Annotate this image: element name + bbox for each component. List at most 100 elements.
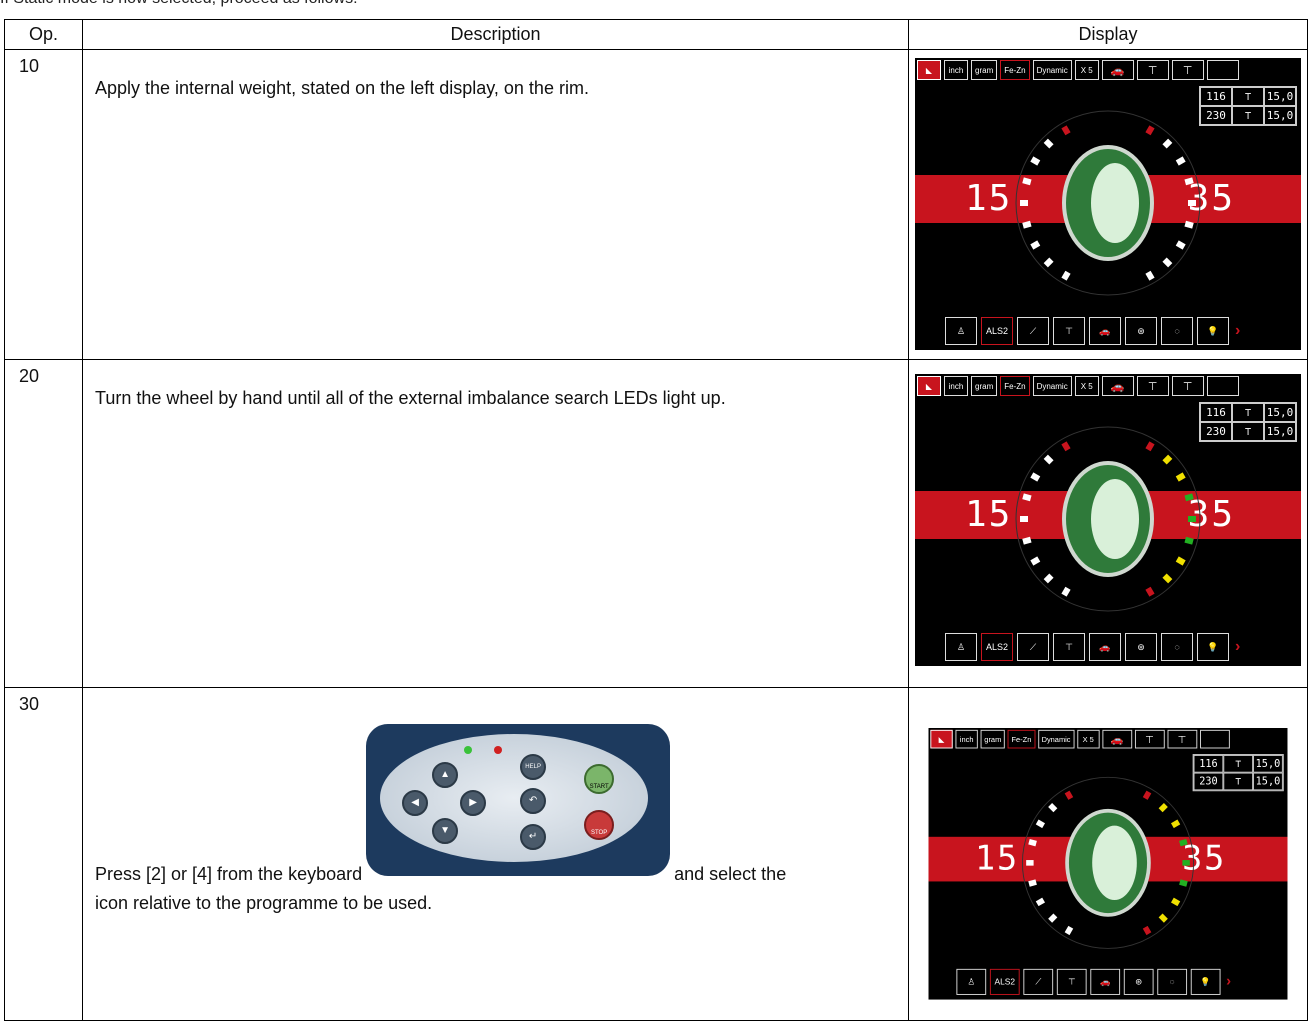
op-description: Press [2] or [4] from the keyboard ▲ ◀ ▶… xyxy=(82,687,909,1021)
car-icon: 🚗 xyxy=(1102,729,1132,749)
als-button[interactable]: ALS2 xyxy=(981,317,1013,345)
desc-text-after: and select the xyxy=(674,864,787,884)
blank-icon xyxy=(1199,729,1230,749)
light-icon[interactable]: 💡 xyxy=(1190,968,1221,995)
search-led xyxy=(1043,454,1054,465)
auto-icon[interactable]: ◌ xyxy=(1161,317,1193,345)
display-cell: ◣ inch gram Fe-Zn Dynamic X 5 🚗 ⊤ ⊤ 116 ⊤ 15,0 230 ⊤ 1… xyxy=(908,359,1308,688)
operator-icon[interactable]: ♙ xyxy=(945,317,977,345)
search-led xyxy=(1182,860,1190,866)
auto-icon[interactable]: ◌ xyxy=(1161,633,1193,661)
search-led xyxy=(1030,240,1041,250)
blank-icon xyxy=(1206,376,1239,396)
light-icon[interactable]: 💡 xyxy=(1197,317,1229,345)
search-led xyxy=(1175,156,1186,166)
toolbar-button[interactable]: Dynamic xyxy=(1032,60,1072,80)
toolbar-button[interactable]: inch xyxy=(944,376,968,396)
search-led xyxy=(1022,220,1032,229)
search-led xyxy=(1064,790,1074,800)
weight-adhesive-icon: ⊤ xyxy=(1167,729,1198,749)
next-page-icon[interactable]: › xyxy=(1226,974,1231,991)
op-description: Apply the internal weight, stated on the… xyxy=(82,49,909,360)
search-led xyxy=(1162,138,1173,149)
display-cell: ◣ inch gram Fe-Zn Dynamic X 5 🚗 ⊤ ⊤ 116 ⊤ 15,0 230 ⊤ 1… xyxy=(908,687,1308,1021)
light-icon[interactable]: 💡 xyxy=(1197,633,1229,661)
keyboard-image: ▲ ◀ ▶ ▼ HELP ↶ ↵ START STOP xyxy=(366,724,671,877)
search-led xyxy=(1175,240,1186,250)
car-icon[interactable]: 🚗 xyxy=(1089,317,1121,345)
toolbar-button[interactable]: X 5 xyxy=(1074,376,1099,396)
rim-icon xyxy=(1091,479,1139,559)
operations-table: Op. Description Display 10 Apply the int… xyxy=(4,19,1308,1021)
toolbar-button[interactable]: inch xyxy=(944,60,968,80)
rim-icon xyxy=(1091,163,1139,243)
toolbar-button[interactable]: Dynamic xyxy=(1032,376,1072,396)
op-description: Turn the wheel by hand until all of the … xyxy=(82,359,909,688)
weight-position-icon[interactable]: ⊤ xyxy=(1056,968,1087,995)
search-led xyxy=(1184,177,1194,186)
weight-position-icon: ⊤ xyxy=(1223,772,1254,791)
search-led xyxy=(1030,156,1041,166)
als-button[interactable]: ALS2 xyxy=(989,968,1020,995)
measure-value: 116 xyxy=(1200,403,1232,422)
wheel-icon[interactable]: ⊛ xyxy=(1123,968,1154,995)
search-led xyxy=(1022,177,1032,186)
weight-clip-icon: ⊤ xyxy=(1136,376,1169,396)
toolbar-button[interactable]: X 5 xyxy=(1077,729,1100,749)
distance-arm-icon[interactable]: ⟋ xyxy=(1017,633,1049,661)
search-led xyxy=(1188,516,1196,522)
search-led xyxy=(1043,573,1054,584)
search-led xyxy=(1061,441,1071,452)
weight-position-icon[interactable]: ⊤ xyxy=(1053,317,1085,345)
distance-arm-icon[interactable]: ⟋ xyxy=(1017,317,1049,345)
search-led xyxy=(1022,536,1032,545)
table-header-row: Op. Description Display xyxy=(4,19,1308,50)
car-icon[interactable]: 🚗 xyxy=(1090,968,1121,995)
search-led xyxy=(1158,913,1168,923)
operator-icon[interactable]: ♙ xyxy=(956,968,987,995)
toolbar-button[interactable]: Dynamic xyxy=(1037,729,1075,749)
desc-text-before: Press [2] or [4] from the keyboard xyxy=(95,864,363,884)
toolbar-button[interactable]: Fe-Zn xyxy=(1000,60,1030,80)
bottom-toolbar: ♙ ALS2 ⟋ ⊤ 🚗 ⊛ ◌ 💡 › xyxy=(945,632,1240,662)
machine-logo-icon: ◣ xyxy=(917,376,941,396)
toolbar-button[interactable]: gram xyxy=(971,376,998,396)
measure-value: 15,0 xyxy=(1264,422,1296,441)
car-icon[interactable]: 🚗 xyxy=(1089,633,1121,661)
search-led xyxy=(1022,493,1032,502)
als-button[interactable]: ALS2 xyxy=(981,633,1013,661)
distance-arm-icon[interactable]: ⟋ xyxy=(1023,968,1054,995)
top-toolbar: ◣ inch gram Fe-Zn Dynamic X 5 🚗 ⊤ ⊤ xyxy=(917,60,1239,84)
search-led xyxy=(1162,257,1173,268)
search-led xyxy=(1145,125,1155,136)
rim-icon xyxy=(1092,825,1137,901)
wheel-icon[interactable]: ⊛ xyxy=(1125,633,1157,661)
toolbar-button[interactable]: Fe-Zn xyxy=(1007,729,1036,749)
measure-value: 15,0 xyxy=(1264,87,1296,106)
search-led xyxy=(1170,819,1181,829)
search-led xyxy=(1179,839,1188,847)
weight-position-icon[interactable]: ⊤ xyxy=(1053,633,1085,661)
auto-icon[interactable]: ◌ xyxy=(1157,968,1188,995)
toolbar-button[interactable]: X 5 xyxy=(1074,60,1099,80)
weight-position-icon: ⊤ xyxy=(1232,106,1264,125)
search-led xyxy=(1184,493,1194,502)
car-icon: 🚗 xyxy=(1101,60,1134,80)
next-page-icon[interactable]: › xyxy=(1235,322,1240,340)
search-led xyxy=(1030,556,1041,566)
measure-value: 116 xyxy=(1193,754,1224,773)
search-led xyxy=(1028,839,1037,847)
search-led xyxy=(1175,472,1186,482)
operator-icon[interactable]: ♙ xyxy=(945,633,977,661)
wheel-icon[interactable]: ⊛ xyxy=(1125,317,1157,345)
search-led xyxy=(1030,472,1041,482)
next-page-icon[interactable]: › xyxy=(1235,638,1240,656)
search-led xyxy=(1035,819,1046,829)
toolbar-button[interactable]: gram xyxy=(971,60,998,80)
top-toolbar: ◣ inch gram Fe-Zn Dynamic X 5 🚗 ⊤ ⊤ xyxy=(917,376,1239,400)
toolbar-button[interactable]: Fe-Zn xyxy=(1000,376,1030,396)
toolbar-button[interactable]: gram xyxy=(980,729,1005,749)
search-led xyxy=(1184,536,1194,545)
search-led xyxy=(1061,586,1071,597)
toolbar-button[interactable]: inch xyxy=(955,729,978,749)
